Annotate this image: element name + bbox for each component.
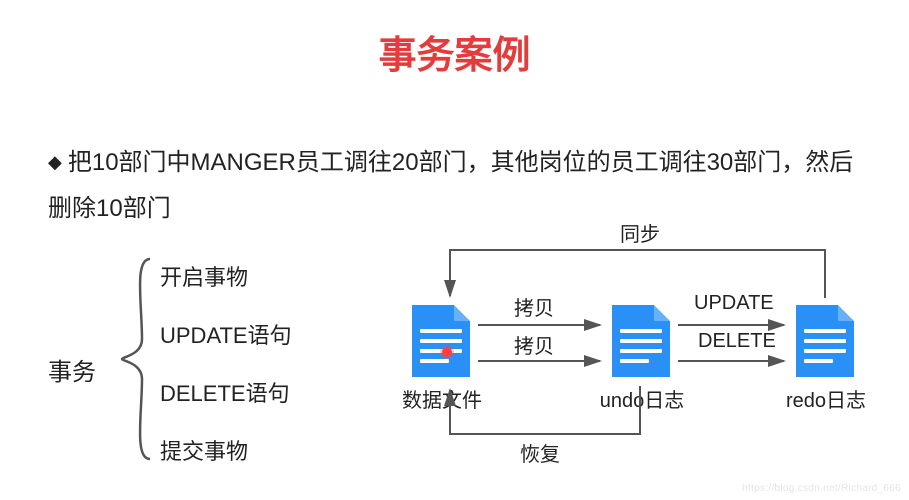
arrow-update: [678, 320, 788, 330]
step-delete: DELETE语句: [160, 376, 292, 408]
transaction-steps: 开启事物 UPDATE语句 DELETE语句 提交事物: [160, 260, 292, 492]
brace-icon: [116, 255, 156, 463]
arrow-copy1: [478, 320, 604, 330]
arrow-sync: [430, 240, 850, 310]
label-copy1: 拷贝: [514, 292, 554, 321]
undo-log-icon: [612, 305, 670, 377]
arrow-delete: [678, 356, 788, 366]
description-text: ◆把10部门中MANGER员工调往20部门，其他岗位的员工调往30部门，然后删除…: [48, 140, 869, 231]
redo-log-icon: [796, 305, 854, 377]
watermark: https://blog.csdn.net/Richard_666: [742, 483, 901, 494]
step-begin: 开启事物: [160, 260, 292, 292]
label-update: UPDATE: [694, 292, 774, 315]
label-sync: 同步: [620, 218, 660, 247]
label-delete: DELETE: [698, 330, 776, 353]
label-copy2: 拷贝: [514, 330, 554, 359]
step-update: UPDATE语句: [160, 318, 292, 350]
transaction-label: 事务: [48, 352, 96, 387]
page-title: 事务案例: [0, 0, 909, 79]
description-content: 把10部门中MANGER员工调往20部门，其他岗位的员工调往30部门，然后删除1…: [48, 149, 853, 222]
step-commit: 提交事物: [160, 434, 292, 466]
redo-log-label: redo日志: [780, 384, 872, 413]
data-file-icon: [412, 305, 470, 377]
label-restore: 恢复: [520, 438, 560, 467]
bullet-icon: ◆: [48, 145, 62, 179]
